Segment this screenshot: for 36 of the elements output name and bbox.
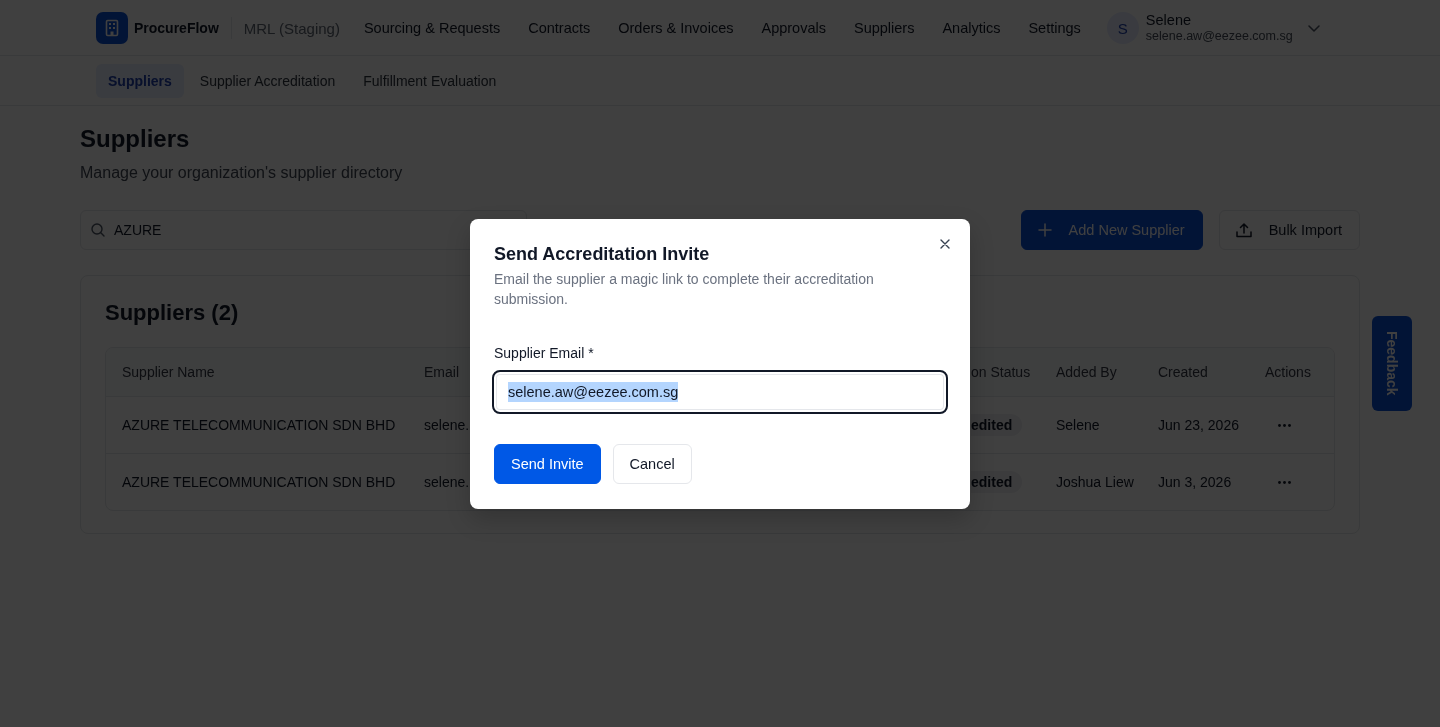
brand-name: ProcureFlow	[134, 20, 219, 36]
chevron-down-icon[interactable]	[1307, 24, 1320, 32]
status-badge: edited	[971, 414, 1023, 436]
table-cell: AZURE TELECOMMUNICATION SDN BHD	[122, 417, 396, 433]
building-icon	[96, 12, 128, 44]
send-invite-button[interactable]: Send Invite	[494, 443, 601, 484]
more-options-icon[interactable]	[1278, 423, 1291, 427]
nav-link[interactable]: Orders & Invoices	[618, 20, 734, 36]
nav-link[interactable]: Contracts	[528, 20, 591, 36]
nav-link[interactable]: Approvals	[761, 20, 826, 36]
nav-link[interactable]: Analytics	[942, 20, 1001, 36]
dialog-description: Email the supplier a magic link to complete their accreditation submission.	[494, 269, 875, 309]
table-cell: selene.	[424, 417, 470, 433]
nav-link[interactable]: Sourcing & Requests	[363, 20, 501, 36]
status-badge: edited	[971, 471, 1023, 493]
email-input-field[interactable]: selene.aw@eezee.com.sg	[492, 369, 948, 414]
field-label: Supplier Email *	[494, 343, 594, 363]
table-cell: AZURE TELECOMMUNICATION SDN BHD	[122, 474, 396, 490]
table-cell: selene.	[424, 474, 470, 490]
table-cell: Jun 3, 2026	[1158, 474, 1232, 490]
page-title: Suppliers	[80, 125, 190, 153]
card-title: Suppliers (2)	[105, 299, 239, 327]
selected-text: selene.aw@eezee.com.sg	[508, 381, 679, 402]
nav-link[interactable]: Suppliers	[853, 20, 915, 36]
table-cell: Joshua Liew	[1056, 474, 1134, 490]
bulk-import-button[interactable]: Bulk Import	[1218, 210, 1360, 250]
cancel-button[interactable]: Cancel	[612, 443, 692, 484]
nav-link[interactable]: Settings	[1028, 20, 1081, 36]
table-cell: Jun 23, 2026	[1158, 417, 1239, 433]
close-icon[interactable]	[940, 238, 950, 249]
search-icon	[91, 223, 105, 237]
plus-icon	[1037, 223, 1052, 237]
table-cell: Selene	[1056, 417, 1100, 433]
user-name: Selene	[1145, 12, 1192, 28]
upload-icon	[1235, 222, 1252, 238]
more-options-icon[interactable]	[1278, 480, 1291, 484]
